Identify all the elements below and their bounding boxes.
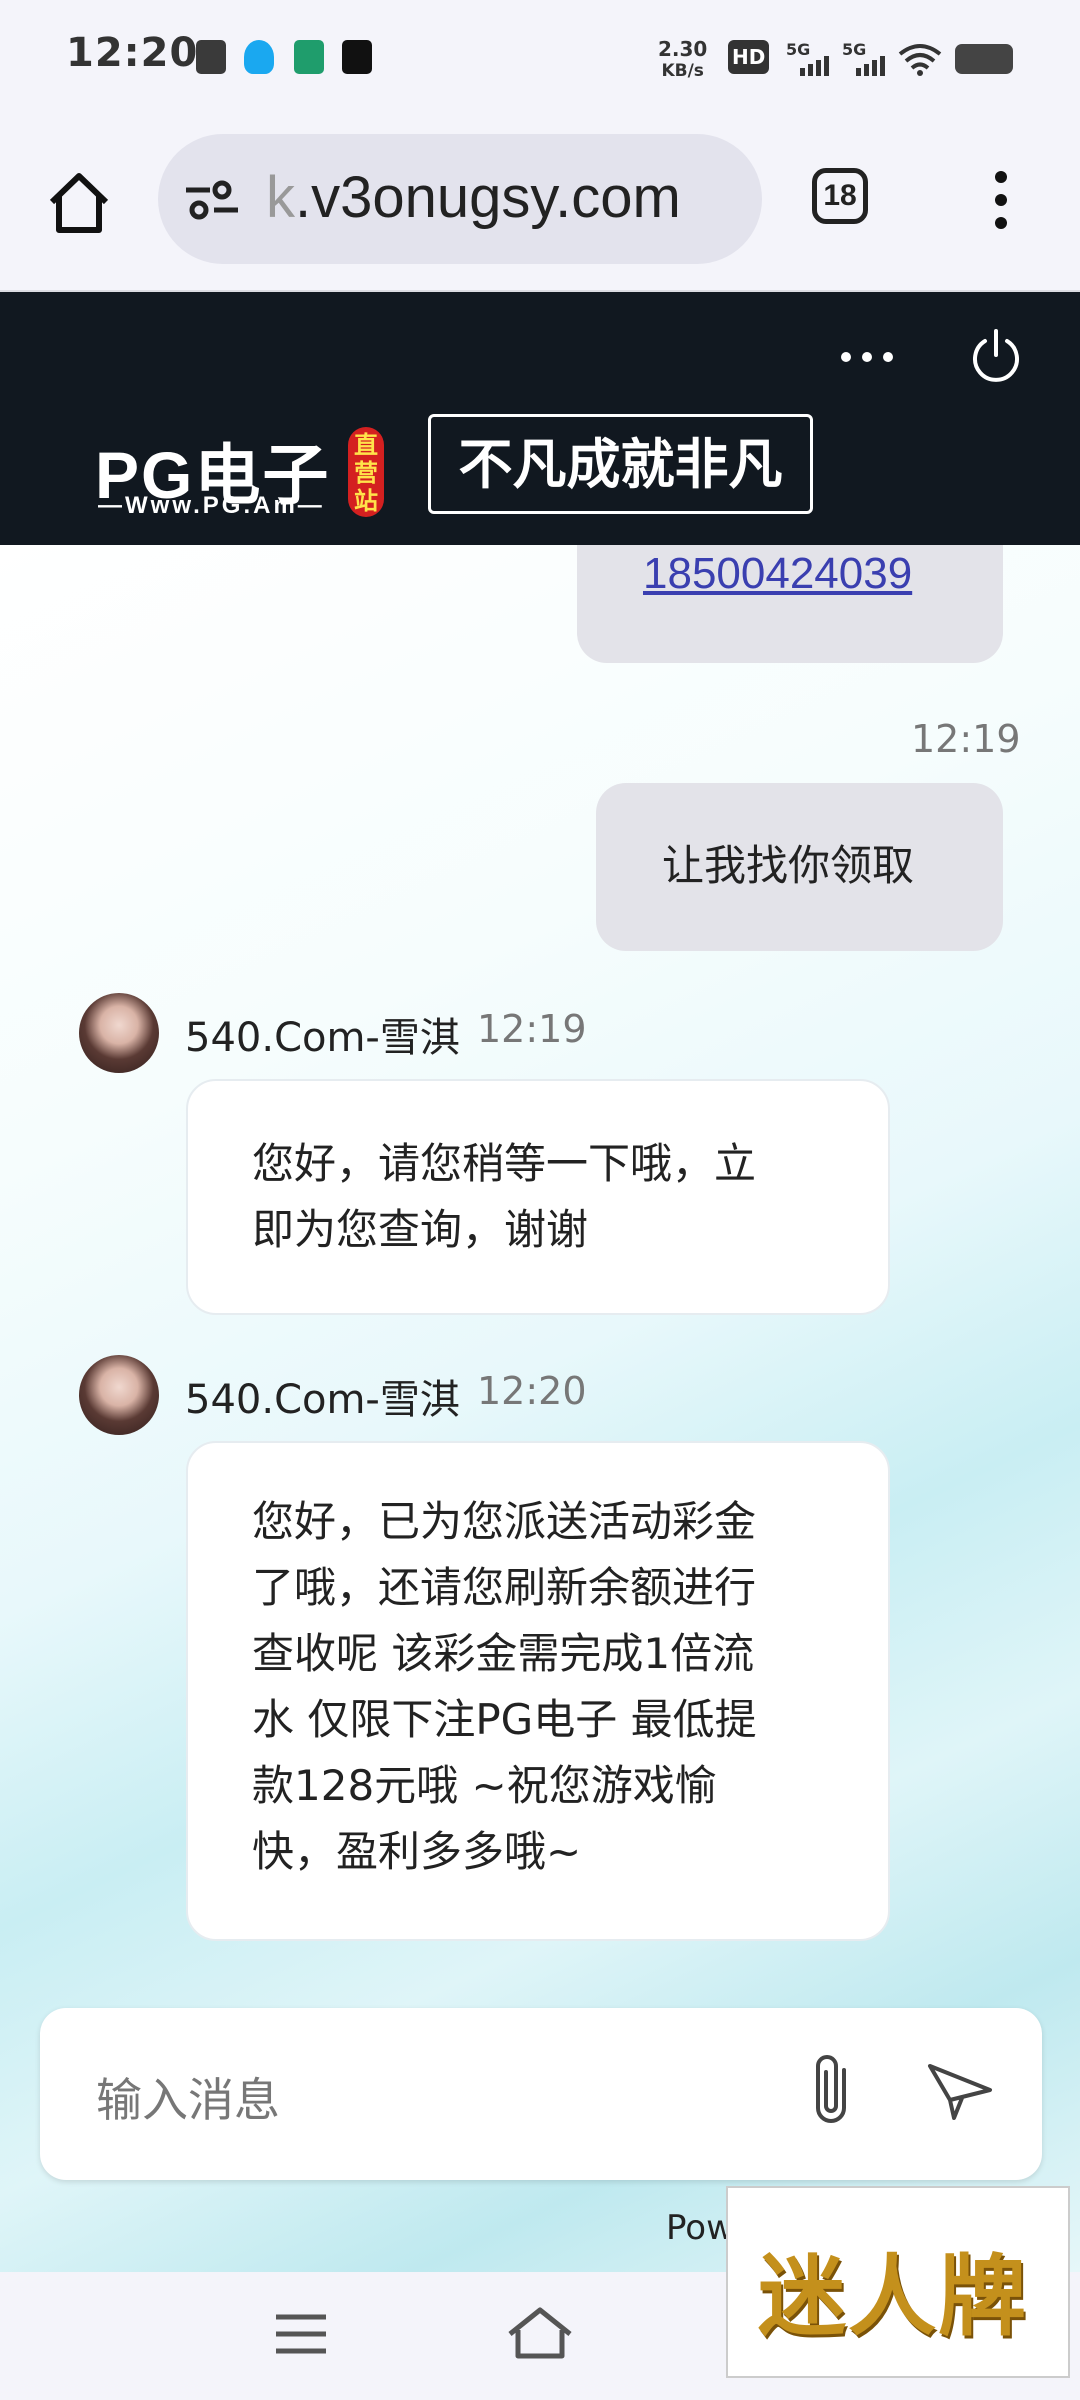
direct-site-badge: 直营站 <box>348 427 384 517</box>
moji-weather-icon <box>342 40 372 74</box>
url-faded-part: k <box>266 165 295 230</box>
watermark-logo: 迷人牌 <box>726 2186 1070 2378</box>
address-bar[interactable]: k.v3onugsy.com <box>158 134 762 264</box>
network-speed-value: 2.30 <box>658 37 708 61</box>
clipboard-icon <box>196 40 226 74</box>
hd-badge: HD <box>728 40 770 74</box>
message-time: 12:19 <box>477 1007 587 1051</box>
message-line: 快，盈利多多哦~ <box>252 1827 582 1876</box>
watermark-text: 迷人牌 <box>758 2244 1029 2348</box>
site-header: PG电子 —Www.PG.Am— 直营站 不凡成就非凡 <box>0 292 1080 545</box>
nav-home-icon[interactable] <box>506 2306 574 2362</box>
message-line: 查收呢 该彩金需完成1倍流 <box>252 1629 755 1678</box>
battery-icon <box>955 44 1013 74</box>
attachment-icon[interactable] <box>804 2052 858 2128</box>
message-line: 您好，请您稍等一下哦，立 <box>252 1139 757 1188</box>
message-bubble-incoming: 您好，请您稍等一下哦，立 即为您查询，谢谢 <box>186 1079 890 1315</box>
message-line: 水 仅限下注PG电子 最低提 <box>252 1695 757 1744</box>
message-line: 款128元哦 ~祝您游戏愉 <box>252 1761 717 1810</box>
menu-icon[interactable] <box>274 2312 328 2356</box>
message-bubble-incoming: 您好，已为您派送活动彩金 了哦，还请您刷新余额进行 查收呢 该彩金需完成1倍流 … <box>186 1441 890 1941</box>
wifi-icon <box>898 44 942 76</box>
message-line: 即为您查询，谢谢 <box>252 1205 589 1254</box>
message-input-bar: 输入消息 <box>40 2008 1042 2180</box>
qq-icon <box>244 40 274 74</box>
sim1-signal-icon <box>800 56 829 76</box>
tab-switcher-button[interactable]: 18 <box>812 168 868 224</box>
home-icon[interactable] <box>46 170 112 236</box>
url-text: k.v3onugsy.com <box>266 164 681 231</box>
network-speed-unit: KB/s <box>661 61 704 81</box>
header-more-icon[interactable] <box>838 350 896 364</box>
sim2-signal-icon <box>856 56 885 76</box>
power-icon[interactable] <box>968 327 1024 383</box>
url-main-part: .v3onugsy.com <box>295 165 681 230</box>
message-time: 12:19 <box>911 717 1021 761</box>
agent-name: 540.Com-雪淇 <box>185 1377 460 1423</box>
message-line: 您好，已为您派送活动彩金 <box>252 1497 757 1546</box>
message-line: 了哦，还请您刷新余额进行 <box>252 1563 757 1612</box>
agent-avatar <box>79 993 159 1073</box>
message-time: 12:20 <box>477 1369 587 1413</box>
message-bubble-outgoing: 18500424039 <box>577 545 1003 663</box>
status-time: 12:20 <box>66 30 199 76</box>
message-bubble-outgoing: 让我找你领取 <box>596 783 1003 951</box>
site-settings-icon[interactable] <box>184 180 240 220</box>
network-speed: 2.30 KB/s <box>658 38 707 82</box>
agent-avatar <box>79 1355 159 1435</box>
agent-name: 540.Com-雪淇 <box>185 1015 460 1061</box>
browser-toolbar: k.v3onugsy.com 18 <box>0 120 1080 292</box>
message-text: 您好，已为您派送活动彩金 了哦，还请您刷新余额进行 查收呢 该彩金需完成1倍流 … <box>252 1489 757 1885</box>
powered-by-text: Pow <box>666 2208 734 2248</box>
slogan-banner: 不凡成就非凡 <box>428 414 813 514</box>
message-text: 让我找你领取 <box>662 841 915 890</box>
app-notification-icon <box>294 40 324 74</box>
message-text: 您好，请您稍等一下哦，立 即为您查询，谢谢 <box>252 1131 756 1263</box>
phone-link[interactable]: 18500424039 <box>643 549 912 599</box>
send-icon[interactable] <box>926 2060 994 2122</box>
status-bar: 12:20 2.30 KB/s HD 5G 5G <box>0 0 1080 120</box>
message-input[interactable]: 输入消息 <box>96 2064 280 2130</box>
more-options-icon[interactable] <box>986 168 1016 232</box>
pg-logo-subtitle: —Www.PG.Am— <box>98 492 325 519</box>
